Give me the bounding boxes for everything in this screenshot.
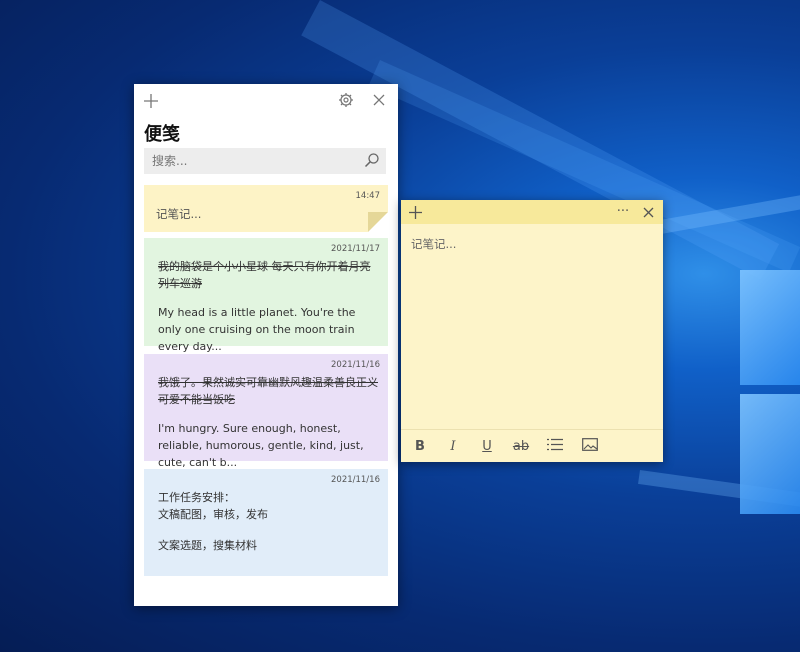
strikethrough-button[interactable]: ab (510, 436, 532, 456)
note-strikethrough-text: 我的脑袋是个小小星球 每天只有你开着月亮列车巡游 (158, 260, 371, 290)
italic-button[interactable]: I (442, 436, 464, 456)
note-body-text: I'm hungry. Sure enough, honest, reliabl… (158, 422, 364, 469)
note-line: 文稿配图，审核，发布 (158, 508, 268, 521)
bold-button[interactable]: B (409, 436, 431, 456)
search-icon[interactable] (364, 152, 380, 172)
close-icon[interactable] (370, 91, 388, 109)
plus-icon[interactable] (142, 92, 160, 110)
list-title-bar (134, 84, 398, 116)
format-toolbar: B I U ab (401, 429, 663, 462)
note-line: 文案选题，搜集材料 (158, 539, 257, 552)
note-card[interactable]: 2021/11/16 我饿了。果然诚实可靠幽默风趣温柔善良正义可爱不能当饭吃 I… (144, 354, 388, 469)
plus-icon[interactable] (407, 204, 423, 220)
page-fold-corner (368, 212, 388, 232)
note-date: 2021/11/17 (331, 244, 380, 254)
sticky-note-window: ··· 记笔记... B I U ab (401, 200, 663, 462)
note-date: 14:47 (355, 191, 381, 201)
note-preview: 记笔记... (156, 207, 202, 221)
windows-logo (730, 270, 800, 520)
note-strikethrough-text: 我饿了。果然诚实可靠幽默风趣温柔善良正义可爱不能当饭吃 (158, 376, 378, 406)
underline-button[interactable]: U (476, 436, 498, 456)
note-card[interactable]: 14:47 记笔记... (144, 185, 388, 232)
page-title: 便笺 (144, 124, 180, 145)
list-icon (547, 438, 563, 455)
more-icon[interactable]: ··· (613, 201, 633, 221)
note-body-text: My head is a little planet. You're the o… (158, 306, 356, 353)
notes-list-window: 便笺 14:47 记笔记... 2021/11/17 我的脑袋是个小小星球 每天… (134, 84, 398, 606)
note-date: 2021/11/16 (331, 475, 380, 485)
note-title-bar[interactable]: ··· (401, 200, 663, 224)
bullet-list-button[interactable] (544, 436, 566, 456)
gear-icon[interactable] (337, 91, 355, 109)
note-line: 工作任务安排： (158, 491, 235, 504)
note-editor[interactable]: 记笔记... (411, 236, 456, 252)
add-image-button[interactable] (579, 436, 601, 456)
note-card[interactable]: 2021/11/17 我的脑袋是个小小星球 每天只有你开着月亮列车巡游 My h… (144, 238, 388, 353)
image-icon (582, 437, 598, 455)
search-input[interactable] (144, 153, 354, 169)
note-card[interactable]: 2021/11/16 工作任务安排： 文稿配图，审核，发布 文案选题，搜集材料 (144, 469, 388, 576)
note-date: 2021/11/16 (331, 360, 380, 370)
search-bar (144, 148, 386, 174)
close-icon[interactable] (640, 204, 656, 220)
